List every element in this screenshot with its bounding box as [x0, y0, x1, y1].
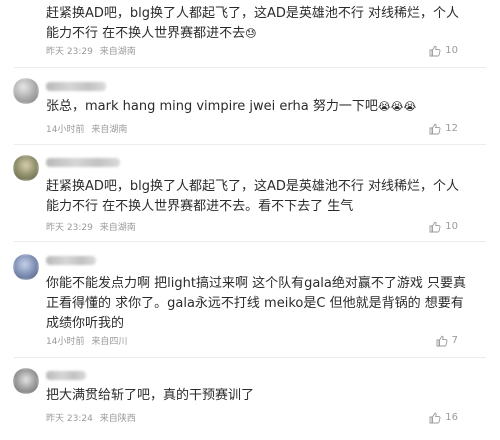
thumbs-up-icon [436, 335, 448, 347]
username-blurred[interactable] [46, 158, 120, 167]
comment-text: 把大满贯给斩了吧，真的干预赛训了 [46, 388, 255, 403]
comment-meta: 14小时前 来自湖南 [46, 124, 127, 136]
comment-item: 你能不能发点力啊 把light搞过来啊 这个队有gala绝对赢不了游戏 只要真正… [0, 242, 500, 358]
avatar[interactable] [13, 155, 39, 181]
username-blurred[interactable] [46, 256, 96, 265]
comment-time: 昨天 23:29 [46, 47, 93, 57]
comment-text: 赶紧换AD吧，blg换了人都起飞了，这AD是英雄池不行 对线稀烂，个人能力不行 … [46, 179, 460, 214]
like-count: 16 [445, 412, 458, 423]
comment-time: 昨天 23:24 [46, 414, 93, 424]
like-button[interactable]: 10 [429, 45, 458, 57]
comment-location: 来自湖南 [99, 223, 136, 233]
avatar[interactable] [13, 78, 39, 104]
thumbs-up-icon [429, 221, 441, 233]
username-blurred[interactable] [46, 371, 86, 380]
comment-meta: 昨天 23:29 来自湖南 [46, 222, 136, 234]
like-button[interactable]: 16 [429, 412, 458, 424]
comment-meta: 14小时前 来自四川 [46, 336, 127, 348]
like-count: 10 [445, 221, 458, 232]
comment-meta: 昨天 23:29 来自湖南 [46, 46, 136, 58]
comment-item: 把大满贯给斩了吧，真的干预赛训了 昨天 23:24 来自陕西 16 [0, 358, 500, 440]
comment-item: 赶紧换AD吧，blg换了人都起飞了，这AD是英雄池不行 对线稀烂，个人能力不行 … [0, 0, 500, 68]
thumbs-up-icon [429, 45, 441, 57]
avatar[interactable] [13, 254, 39, 280]
comment-time: 昨天 23:29 [46, 223, 93, 233]
thumbs-up-icon [429, 412, 441, 424]
comment-location: 来自四川 [91, 337, 128, 347]
comment-text: 张总，mark hang ming vimpire jwei erha 努力一下… [46, 99, 417, 114]
comment-time: 14小时前 [46, 125, 85, 135]
avatar[interactable] [13, 368, 39, 394]
like-count: 12 [445, 123, 458, 134]
like-button[interactable]: 10 [429, 221, 458, 233]
comment-item: 赶紧换AD吧，blg换了人都起飞了，这AD是英雄池不行 对线稀烂，个人能力不行 … [0, 145, 500, 241]
comment-text: 赶紧换AD吧，blg换了人都起飞了，这AD是英雄池不行 对线稀烂，个人能力不行 … [46, 6, 460, 41]
comment-meta: 昨天 23:24 来自陕西 [46, 413, 136, 425]
comment-text: 你能不能发点力啊 把light搞过来啊 这个队有gala绝对赢不了游戏 只要真正… [46, 276, 467, 331]
comment-location: 来自陕西 [99, 414, 136, 424]
like-button[interactable]: 12 [429, 123, 458, 135]
thumbs-up-icon [429, 123, 441, 135]
like-button[interactable]: 7 [436, 335, 458, 347]
comment-location: 来自湖南 [99, 47, 136, 57]
like-count: 10 [445, 45, 458, 56]
comment-time: 14小时前 [46, 337, 85, 347]
comment-location: 来自湖南 [91, 125, 128, 135]
comment-item: 张总，mark hang ming vimpire jwei erha 努力一下… [0, 68, 500, 144]
username-blurred[interactable] [46, 82, 106, 91]
like-count: 7 [451, 335, 458, 346]
crying-emoji: 😭😭😭 [377, 100, 417, 113]
sweat-emoji: 😓 [245, 27, 257, 40]
